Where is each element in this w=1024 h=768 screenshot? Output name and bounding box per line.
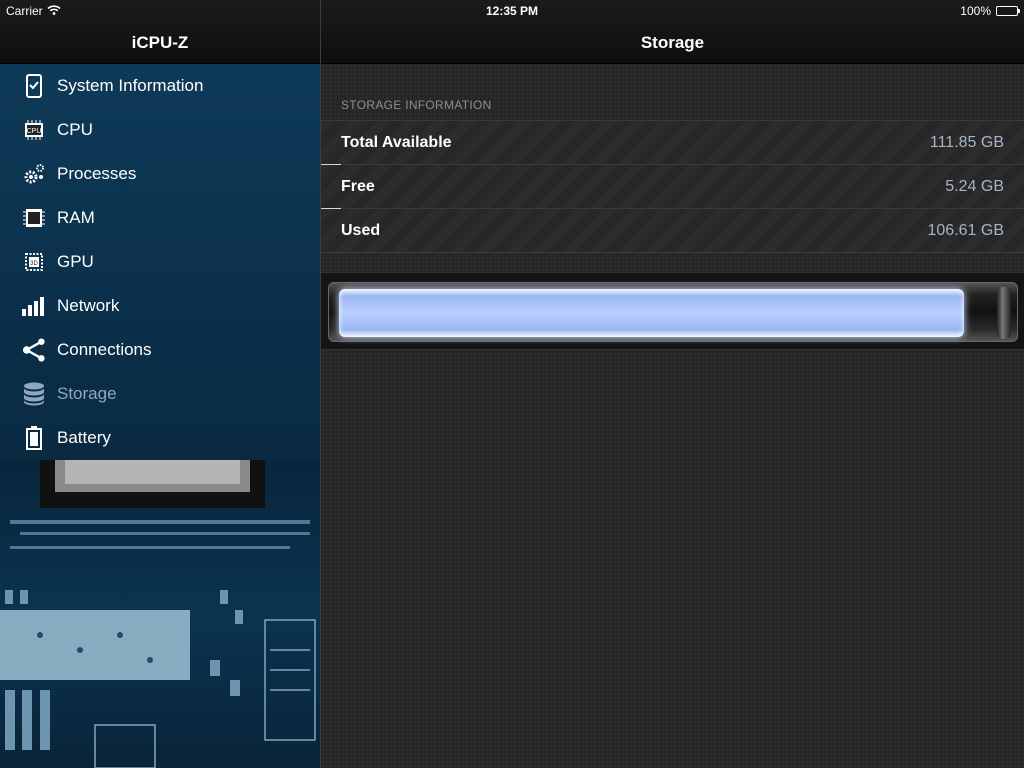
sidebar-item-label: System Information	[57, 76, 204, 95]
sidebar-item-ram[interactable]: RAM	[0, 196, 320, 240]
sidebar-item-label: Battery	[57, 428, 111, 447]
gpu-icon: 3D	[22, 250, 46, 274]
table-row: Total Available 111.85 GB	[321, 121, 1024, 165]
sidebar-item-label: GPU	[57, 252, 94, 271]
database-icon	[22, 382, 46, 406]
phone-check-icon	[22, 74, 46, 98]
sidebar-item-label: CPU	[57, 120, 93, 139]
table-row: Free 5.24 GB	[321, 165, 1024, 209]
sidebar-item-connections[interactable]: Connections	[0, 328, 320, 372]
sidebar-item-storage[interactable]: Storage	[0, 372, 320, 416]
row-label: Used	[341, 221, 381, 239]
status-battery-icon	[996, 6, 1020, 16]
sidebar-item-label: Connections	[57, 340, 152, 359]
sidebar-item-label: Processes	[57, 164, 137, 183]
gears-icon	[22, 162, 46, 186]
table-row: Used 106.61 GB	[321, 209, 1024, 253]
svg-text:3D: 3D	[30, 261, 38, 267]
sidebar-title: iCPU-Z	[131, 33, 189, 52]
battery-percent: 100%	[960, 4, 991, 18]
ram-icon	[22, 206, 46, 230]
row-value: 111.85 GB	[929, 133, 1004, 151]
circuit-board-background-image	[0, 460, 320, 768]
gauge-tube	[328, 282, 1018, 342]
sidebar-item-label: Storage	[57, 384, 117, 403]
sidebar-item-label: RAM	[57, 208, 95, 227]
sidebar-item-network[interactable]: Network	[0, 284, 320, 328]
sidebar-item-label: Network	[57, 296, 120, 315]
status-bar: Carrier 12:35 PM 100%	[0, 0, 1024, 22]
row-label: Free	[341, 177, 375, 195]
signal-bars-icon	[22, 294, 46, 318]
sidebar-item-battery[interactable]: Battery	[0, 416, 320, 460]
battery-icon	[22, 426, 46, 450]
share-icon	[22, 338, 46, 362]
gauge-end-cap	[997, 287, 1011, 339]
section-header: STORAGE INFORMATION	[341, 98, 492, 112]
row-value: 106.61 GB	[927, 221, 1005, 239]
sidebar-menu: System Information CPU CPU Processes RAM…	[0, 64, 320, 460]
sidebar-item-processes[interactable]: Processes	[0, 152, 320, 196]
page-title: Storage	[640, 33, 705, 52]
status-time: 12:35 PM	[485, 4, 539, 18]
detail-pane: Storage STORAGE INFORMATION Total Availa…	[321, 0, 1024, 768]
svg-text:CPU: CPU	[27, 128, 42, 135]
sidebar: iCPU-Z System Information CPU CPU Proces…	[0, 0, 320, 768]
cpu-icon: CPU	[22, 118, 46, 142]
sidebar-item-gpu[interactable]: 3D GPU	[0, 240, 320, 284]
sidebar-item-system-information[interactable]: System Information	[0, 64, 320, 108]
battery-group: 100%	[960, 4, 1020, 18]
storage-usage-gauge	[321, 272, 1024, 350]
row-label: Total Available	[341, 133, 452, 151]
sidebar-item-cpu[interactable]: CPU CPU	[0, 108, 320, 152]
row-value: 5.24 GB	[945, 177, 1004, 195]
storage-info-table: Total Available 111.85 GB Free 5.24 GB U…	[321, 120, 1024, 253]
gauge-fill	[339, 289, 964, 337]
